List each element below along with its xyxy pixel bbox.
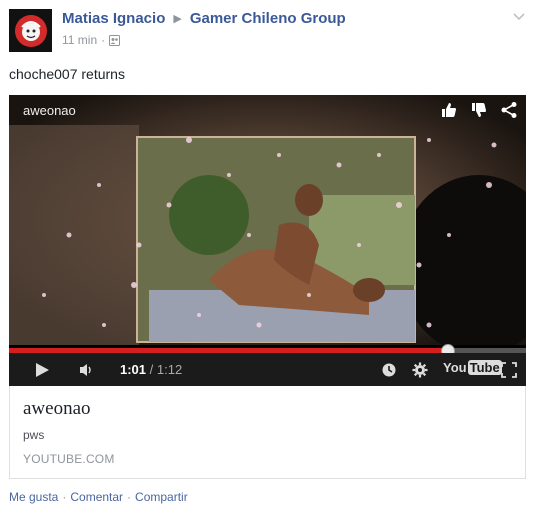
post-text: choche007 returns: [9, 66, 125, 82]
settings-gear-icon[interactable]: [412, 362, 428, 378]
card-domain: YOUTUBE.COM: [23, 452, 115, 466]
video-controls: 1:01 / 1:12 You Tube: [9, 353, 526, 386]
volume-icon[interactable]: [79, 362, 95, 378]
meta-separator: ·: [101, 33, 106, 47]
video-frame[interactable]: [9, 95, 526, 345]
share-icon[interactable]: [500, 101, 518, 119]
comment-link[interactable]: Comentar: [70, 490, 123, 504]
action-separator: ·: [127, 490, 132, 504]
link-preview-card[interactable]: aweonao pws YOUTUBE.COM: [9, 386, 526, 479]
fullscreen-icon[interactable]: [501, 362, 517, 378]
card-description: pws: [23, 428, 45, 442]
play-icon[interactable]: [34, 362, 50, 378]
like-link[interactable]: Me gusta: [9, 490, 58, 504]
group-audience-icon[interactable]: [109, 34, 121, 46]
share-link[interactable]: Compartir: [135, 490, 188, 504]
group-name-link[interactable]: Gamer Chileno Group: [190, 10, 346, 27]
thumbs-down-icon[interactable]: [470, 101, 488, 119]
thumbs-up-icon[interactable]: [440, 101, 458, 119]
post-meta: 11 min ·: [62, 33, 121, 47]
post-actions: Me gusta · Comentar · Compartir: [9, 490, 188, 504]
video-time: 1:01 / 1:12: [120, 362, 182, 377]
profile-picture-icon: [14, 14, 47, 47]
post-timestamp[interactable]: 11 min: [62, 33, 97, 47]
watch-later-icon[interactable]: [381, 362, 397, 378]
youtube-logo-you: You: [443, 360, 467, 375]
total-time: / 1:12: [149, 362, 183, 377]
avatar[interactable]: [9, 9, 52, 52]
video-title[interactable]: aweonao: [23, 103, 76, 118]
author-name-link[interactable]: Matias Ignacio: [62, 10, 165, 27]
video-top-icons: [440, 101, 518, 119]
action-separator: ·: [62, 490, 67, 504]
chevron-down-icon[interactable]: [512, 10, 526, 24]
caret-right-icon: ▶: [173, 13, 182, 25]
card-title[interactable]: aweonao: [23, 398, 91, 420]
youtube-logo[interactable]: You Tube: [443, 360, 502, 375]
current-time: 1:01: [120, 362, 147, 377]
youtube-logo-tube: Tube: [467, 360, 502, 375]
post-header: Matias Ignacio ▶ Gamer Chileno Group: [62, 10, 346, 27]
video-player[interactable]: aweonao 1:01 / 1:12 You Tube: [9, 95, 526, 386]
